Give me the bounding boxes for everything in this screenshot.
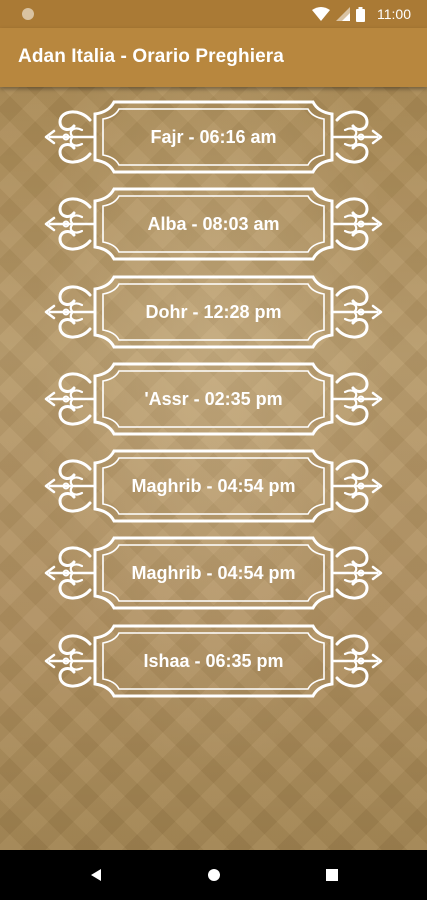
home-button[interactable] (184, 850, 244, 900)
prayer-item-assr[interactable]: 'Assr - 02:35 pm (42, 360, 385, 438)
wifi-icon (312, 7, 330, 21)
battery-icon (356, 6, 365, 22)
notification-icon (22, 8, 34, 20)
status-time: 11:00 (377, 6, 411, 22)
prayer-item-fajr[interactable]: Fajr - 06:16 am (42, 98, 385, 176)
back-button[interactable] (66, 850, 126, 900)
prayer-label: Maghrib - 04:54 pm (131, 475, 296, 496)
status-icons: 11:00 (312, 4, 411, 24)
prayer-label: Fajr - 06:16 am (150, 126, 277, 147)
signal-icon (336, 7, 350, 21)
recents-icon (326, 869, 338, 881)
prayer-item-ishaa[interactable]: Ishaa - 06:35 pm (42, 622, 385, 700)
prayer-item-alba[interactable]: Alba - 08:03 am (42, 185, 385, 263)
back-icon (91, 869, 101, 881)
prayer-item-maghrib[interactable]: Maghrib - 04:54 pm (42, 447, 385, 525)
recents-button[interactable] (302, 850, 362, 900)
prayer-item-dohr[interactable]: Dohr - 12:28 pm (42, 273, 385, 351)
home-icon (208, 869, 220, 881)
status-bar: 11:00 (0, 0, 427, 28)
prayer-list: Fajr - 06:16 am Alba - 08:03 am Dohr - 1… (0, 87, 427, 850)
prayer-label: Maghrib - 04:54 pm (131, 562, 296, 583)
prayer-item-maghrib-2[interactable]: Maghrib - 04:54 pm (42, 534, 385, 612)
prayer-label: Ishaa - 06:35 pm (143, 650, 284, 671)
prayer-label: Dohr - 12:28 pm (145, 301, 282, 322)
prayer-label: 'Assr - 02:35 pm (144, 388, 283, 409)
app-title: Adan Italia - Orario Preghiera (18, 46, 284, 67)
navigation-bar (0, 850, 427, 900)
prayer-label: Alba - 08:03 am (147, 213, 280, 234)
app-bar: Adan Italia - Orario Preghiera (0, 28, 427, 87)
